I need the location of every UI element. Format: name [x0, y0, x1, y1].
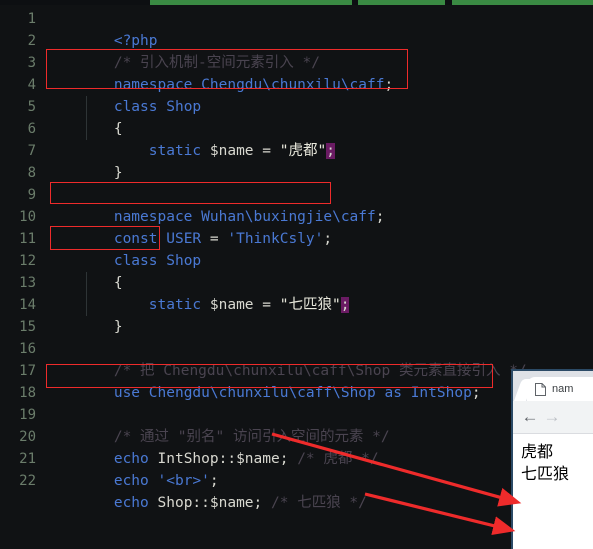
output-line-1: 虎都	[521, 442, 554, 461]
code-line-21: echo '<br>';	[44, 448, 219, 489]
code-line-7: }	[44, 140, 123, 181]
line-number: 7	[27, 143, 36, 159]
line-number: 14	[19, 297, 36, 313]
variable-name: $name	[209, 297, 254, 313]
line-number: 4	[27, 77, 36, 93]
code-line-16: /* 把 Chengdu\chunxilu\caff\Shop 类元素直接引入 …	[44, 338, 527, 379]
line-number: 5	[27, 99, 36, 115]
line-number: 18	[19, 385, 36, 401]
string-qipilang: "七匹狼"	[279, 297, 341, 313]
semicolon: ;	[375, 209, 385, 225]
class-name-shop: Shop	[166, 99, 202, 115]
line-number: 16	[19, 341, 36, 357]
semicolon: ;	[471, 385, 481, 401]
call-shop-name: Shop::$name;	[157, 495, 263, 511]
string-thinkcsly: 'ThinkCsly'	[227, 231, 324, 247]
use-path: Chengdu\chunxilu\caff\Shop	[148, 385, 376, 401]
keyword-echo: echo	[113, 495, 149, 511]
code-line-6: static $name = "虎都";	[44, 118, 335, 159]
code-line-12: {	[44, 250, 123, 291]
brace-close: }	[113, 165, 123, 181]
line-number: 2	[27, 33, 36, 49]
semicolon: ;	[384, 77, 394, 93]
line-number: 6	[27, 121, 36, 137]
browser-tab-title: nam	[552, 383, 574, 395]
back-arrow-icon[interactable]: ←	[519, 406, 541, 428]
code-line-20: echo IntShop::$name; /* 虎都 */	[44, 426, 379, 467]
line-number: 3	[27, 55, 36, 71]
browser-window[interactable]: nam ← → 虎都 七匹狼	[511, 369, 593, 549]
line-number: 22	[19, 473, 36, 489]
comment-output-hudu: /* 虎都 */	[297, 451, 379, 467]
browser-nav-bar: ← →	[513, 401, 593, 434]
browser-tab-strip: nam	[513, 371, 593, 401]
code-editor[interactable]: 1 2 3 4 5 6 7 8 9 10 11 12 13 14 15 16 1…	[0, 5, 593, 549]
line-number: 1	[27, 11, 36, 27]
comment-output-qipilang: /* 七匹狼 */	[271, 495, 367, 511]
line-number: 9	[27, 187, 36, 203]
keyword-static: static	[148, 143, 202, 159]
alias-intshop: IntShop	[410, 385, 472, 401]
code-line-1: <?php	[44, 8, 158, 49]
keyword-as: as	[384, 385, 402, 401]
line-number: 20	[19, 429, 36, 445]
code-line-17: use Chengdu\chunxilu\caff\Shop as IntSho…	[44, 360, 481, 401]
browser-tab[interactable]: nam	[527, 377, 593, 401]
keyword-use: use	[113, 385, 141, 401]
assign-operator: =	[262, 143, 272, 159]
output-line-2: 七匹狼	[521, 464, 570, 483]
screenshot-root: 1 2 3 4 5 6 7 8 9 10 11 12 13 14 15 16 1…	[0, 0, 593, 549]
code-line-5: {	[44, 96, 123, 137]
namespace-chengdu: Chengdu\chunxilu\caff	[201, 77, 385, 93]
code-line-11: class Shop	[44, 228, 201, 269]
line-number: 8	[27, 165, 36, 181]
code-line-4: class Shop	[44, 74, 201, 115]
semicolon-highlight: ;	[340, 297, 350, 313]
class-name-shop: Shop	[166, 253, 202, 269]
line-number-gutter: 1 2 3 4 5 6 7 8 9 10 11 12 13 14 15 16 1…	[0, 5, 44, 549]
code-line-2: /* 引入机制-空间元素引入 */	[44, 30, 320, 71]
assign-operator: =	[209, 231, 219, 247]
line-number: 12	[19, 253, 36, 269]
code-line-10: const USER = 'ThinkCsly';	[44, 206, 332, 247]
code-line-14: }	[44, 294, 123, 335]
line-number: 15	[19, 319, 36, 335]
keyword-static: static	[148, 297, 202, 313]
line-number: 19	[19, 407, 36, 423]
semicolon: ;	[323, 231, 333, 247]
forward-arrow-icon[interactable]: →	[541, 406, 563, 428]
semicolon-highlight: ;	[326, 143, 335, 159]
code-line-22: echo Shop::$name; /* 七匹狼 */	[44, 470, 367, 511]
variable-name: $name	[209, 143, 254, 159]
line-number: 13	[19, 275, 36, 291]
string-hudu: "虎都"	[279, 143, 327, 159]
line-number: 17	[19, 363, 36, 379]
brace-close: }	[113, 319, 123, 335]
code-line-9: namespace Wuhan\buxingjie\caff;	[44, 184, 385, 225]
code-line-3: namespace Chengdu\chunxilu\caff;	[44, 52, 393, 93]
line-number: 21	[19, 451, 36, 467]
assign-operator: =	[262, 297, 272, 313]
document-icon	[535, 382, 546, 396]
line-number: 11	[19, 231, 36, 247]
code-line-19: /* 通过 "别名" 访问引入空间的元素 */	[44, 404, 390, 445]
browser-page-content: 虎都 七匹狼	[513, 434, 593, 549]
code-line-13: static $name = "七匹狼";	[44, 272, 350, 313]
line-number: 10	[19, 209, 36, 225]
